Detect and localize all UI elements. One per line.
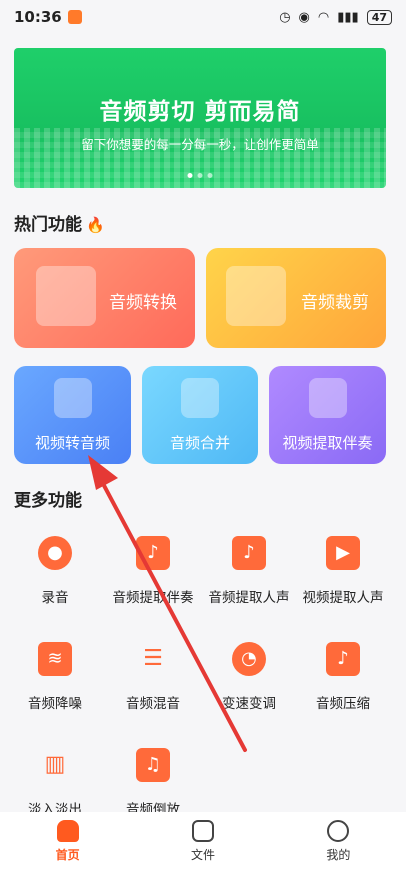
video-extract-accompaniment-icon [308,378,347,418]
tool-label: 音频提取人声 [208,590,290,606]
status-bar: 10:36 ◷ ◉ ◠ ▮▮▮ 47 [0,0,406,34]
tab-label: 首页 [55,848,80,862]
music-compress-icon: ♪ [326,642,360,676]
pager-dot [187,173,193,178]
banner-title: 音频剪切 剪而易简 [99,99,301,125]
tool-speed-pitch[interactable]: ◔ 变速变调 [200,642,298,712]
alarm-icon: ◷ [279,9,291,25]
tab-files[interactable]: 文件 [135,812,270,869]
equalizer-icon: ▥ [44,752,66,777]
status-icons: ◷ ◉ ◠ ▮▮▮ 47 [279,9,392,25]
audio-merge-card[interactable]: 音频合并 [142,366,258,464]
tool-label: 录音 [41,590,69,606]
music-note-icon: ♪ [232,536,266,570]
pager-dot [197,173,203,178]
tool-audio-extract-accompaniment[interactable]: ♪ 音频提取伴奏 [104,536,202,606]
more-features-title: 更多功能 [14,491,82,511]
microphone-icon: ● [38,536,72,570]
tool-video-extract-vocals[interactable]: ▶ 视频提取人声 [294,536,392,606]
folder-icon [191,820,214,842]
music-reverse-icon: ♫ [136,748,170,782]
tool-label: 音频提取伴奏 [112,590,194,606]
card-label: 视频转音频 [34,434,110,452]
card-label: 音频转换 [109,293,177,313]
waveform-icon: ≋ [38,642,72,676]
play-icon: ▶ [326,536,360,570]
tool-label: 变速变调 [222,696,276,712]
banner-subtitle: 留下你想要的每一分每一秒，让创作更简单 [81,137,319,152]
tab-mine[interactable]: 我的 [271,812,406,869]
banner-pager [187,173,213,178]
video-extract-accompaniment-card[interactable]: 视频提取伴奏 [269,366,386,464]
pager-dot [207,173,213,178]
card-label: 音频裁剪 [301,293,369,313]
tool-fade-in-out[interactable]: ▥ 淡入淡出 [6,748,104,818]
sliders-icon: ☰ [143,646,163,671]
tool-audio-compress[interactable]: ♪ 音频压缩 [294,642,392,712]
smile-icon [327,820,350,842]
card-label: 音频合并 [169,434,230,452]
video-to-audio-card[interactable]: 视频转音频 [14,366,131,464]
tool-audio-extract-vocals[interactable]: ♪ 音频提取人声 [200,536,298,606]
eye-icon: ◉ [298,9,310,25]
tool-record[interactable]: ● 录音 [6,536,104,606]
status-time: 10:36 [14,8,62,26]
music-note-icon: ♪ [136,536,170,570]
tool-audio-denoise[interactable]: ≋ 音频降噪 [6,642,104,712]
audio-convert-icon [36,266,96,326]
battery-indicator: 47 [366,9,392,25]
audio-merge-icon [181,378,219,418]
tab-label: 我的 [326,848,351,862]
card-label: 视频提取伴奏 [282,434,373,452]
bottom-tab-bar: 首页 文件 我的 [0,812,406,869]
wifi-icon: ◠ [317,9,330,25]
tab-home[interactable]: 首页 [0,812,135,869]
flame-icon: 🔥 [86,216,105,234]
signal-icon: ▮▮▮ [337,9,359,25]
promo-banner[interactable]: 音频剪切 剪而易简 留下你想要的每一分每一秒，让创作更简单 [14,48,386,188]
audio-trim-icon [226,266,286,326]
video-to-audio-icon [53,378,92,418]
tool-label: 音频降噪 [28,696,82,712]
tool-label: 视频提取人声 [302,590,384,606]
tab-label: 文件 [190,848,215,862]
home-icon [56,820,79,842]
tool-audio-mix[interactable]: ☰ 音频混音 [104,642,202,712]
tool-audio-reverse[interactable]: ♫ 音频倒放 [104,748,202,818]
app-notification-icon [67,10,82,24]
hot-features-title: 热门功能 🔥 [14,210,105,235]
tool-label: 音频混音 [126,696,180,712]
audio-convert-card[interactable]: 音频转换 [14,248,195,348]
speedometer-icon: ◔ [232,642,266,676]
hot-features-title-text: 热门功能 [14,215,82,235]
audio-trim-card[interactable]: 音频裁剪 [206,248,386,348]
tool-label: 音频压缩 [316,696,370,712]
